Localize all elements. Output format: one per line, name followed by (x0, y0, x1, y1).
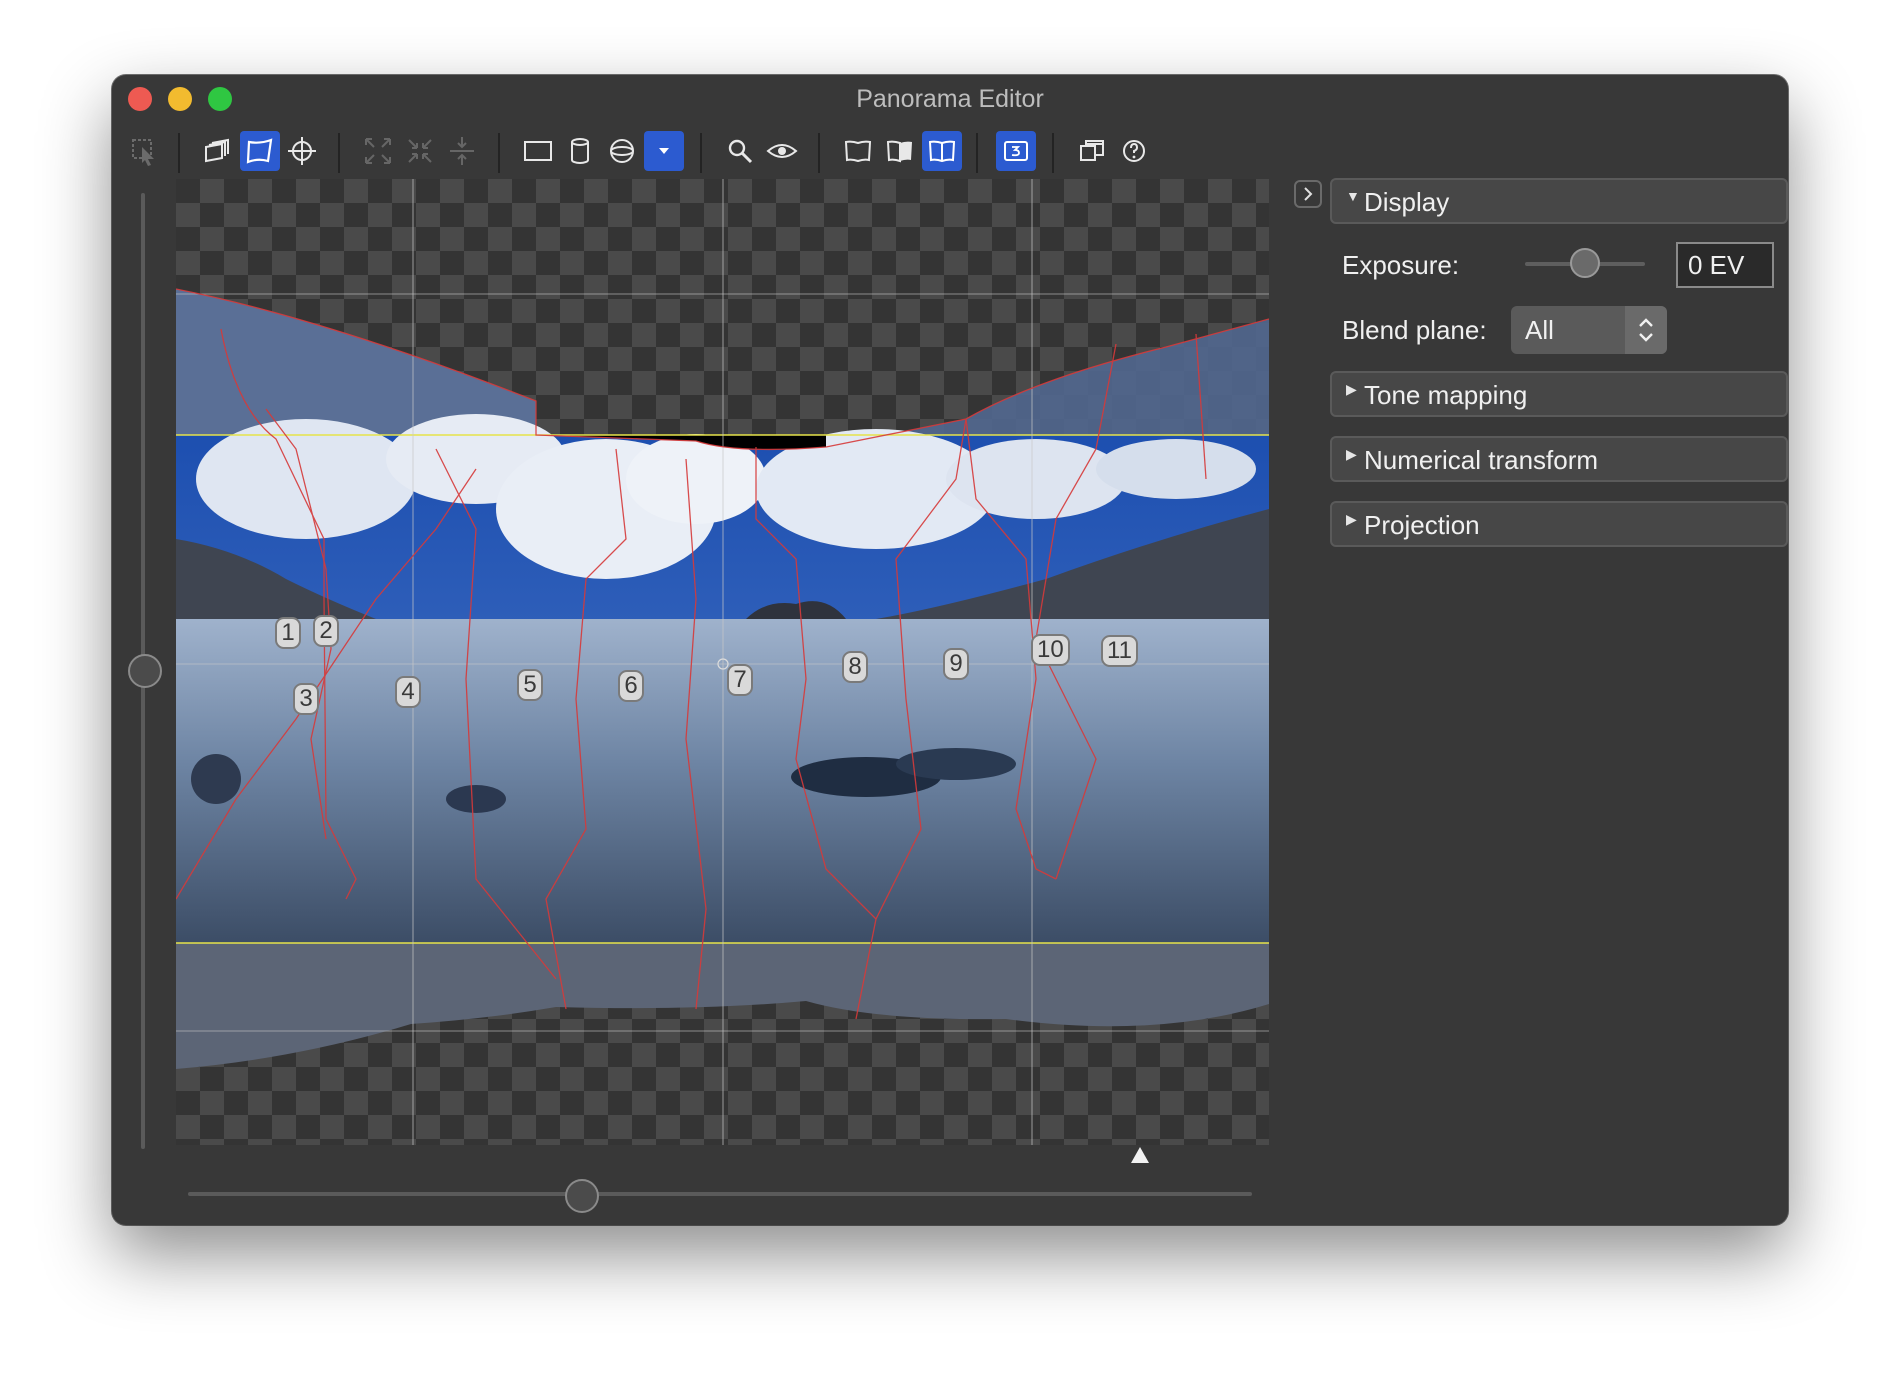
book-spread-icon (928, 140, 956, 163)
image-label-4[interactable]: 4 (395, 676, 421, 708)
horizontal-slider-track[interactable] (188, 1192, 1252, 1196)
rectilinear-projection-icon (524, 141, 552, 161)
frame-number-icon (1004, 141, 1028, 161)
window-title: Panorama Editor (856, 85, 1044, 113)
help-icon (1123, 140, 1145, 162)
collapse-icon (408, 139, 432, 163)
warp-tool-button[interactable] (240, 131, 280, 171)
image-label-11[interactable]: 11 (1101, 635, 1138, 667)
zoom-button[interactable] (720, 131, 760, 171)
section-projection-title: Projection (1364, 510, 1480, 540)
crosshair-tool-button[interactable] (282, 131, 322, 171)
image-label-10[interactable]: 10 (1031, 634, 1070, 666)
image-label-8[interactable]: 8 (842, 651, 868, 683)
rectilinear-projection-button[interactable] (518, 131, 558, 171)
image-label-5[interactable]: 5 (517, 669, 543, 701)
align-icon (450, 137, 474, 165)
title-bar: Panorama Editor (112, 75, 1788, 121)
layers-tool-button[interactable] (198, 131, 238, 171)
exposure-label: Exposure: (1342, 250, 1460, 280)
chevron-right-icon (1304, 187, 1313, 201)
section-display-title: Display (1364, 187, 1450, 217)
blend-plane-select[interactable]: All (1511, 306, 1667, 354)
spherical-projection-icon (610, 139, 634, 163)
view-middle-button[interactable] (880, 131, 920, 171)
spherical-projection-button[interactable] (602, 131, 642, 171)
book-middle-icon (886, 140, 912, 163)
preview-button[interactable] (762, 131, 802, 171)
image-label-1[interactable]: 1 (275, 617, 301, 649)
cylindrical-projection-icon (571, 138, 589, 164)
vertical-slider-thumb[interactable] (128, 654, 162, 688)
projection-dropdown-icon (659, 148, 669, 154)
image-label-2[interactable]: 2 (313, 615, 339, 647)
panorama-canvas[interactable]: 1 2 3 4 5 6 7 8 9 10 11 (176, 179, 1269, 1145)
section-tone-mapping-title: Tone mapping (1364, 380, 1528, 410)
book-left-icon (844, 140, 872, 163)
expand-icon (365, 138, 391, 164)
windows-icon (1080, 140, 1104, 161)
disclosure-open-icon: ▼ (1346, 188, 1360, 204)
expand-button[interactable] (358, 131, 398, 171)
view-spread-button[interactable] (922, 131, 962, 171)
horizontal-slider-thumb[interactable] (565, 1179, 599, 1213)
view-left-button[interactable] (838, 131, 878, 171)
section-display[interactable]: ▼ Display (1330, 178, 1788, 224)
exposure-value-field[interactable]: 0 EV (1676, 242, 1774, 288)
windows-button[interactable] (1072, 131, 1112, 171)
projection-dropdown-button[interactable] (644, 131, 684, 171)
eye-icon (766, 144, 798, 158)
warp-tool-icon (246, 138, 273, 164)
cylindrical-projection-button[interactable] (560, 131, 600, 171)
select-tool-button[interactable] (124, 131, 164, 171)
image-label-6[interactable]: 6 (618, 670, 644, 702)
frame-number-button[interactable] (996, 131, 1036, 171)
zoom-icon (728, 139, 753, 164)
section-projection[interactable]: ▶ Projection (1330, 501, 1788, 547)
collapse-button[interactable] (400, 131, 440, 171)
disclosure-closed-icon: ▶ (1346, 446, 1357, 462)
section-numerical-transform-title: Numerical transform (1364, 445, 1599, 475)
blend-plane-label: Blend plane: (1342, 315, 1487, 345)
image-label-7[interactable]: 7 (727, 664, 753, 696)
panel-toggle-button[interactable] (1294, 180, 1322, 208)
layers-tool-icon (205, 138, 229, 163)
disclosure-closed-icon: ▶ (1346, 511, 1357, 527)
help-button[interactable] (1114, 131, 1154, 171)
horizon-marker-icon[interactable] (1131, 1147, 1149, 1163)
image-label-9[interactable]: 9 (943, 648, 969, 680)
toolbar (112, 123, 1788, 179)
crosshair-tool-icon (288, 137, 316, 165)
updown-chevron-icon (1625, 306, 1667, 354)
panorama-editor-window: Panorama Editor 1 2 3 4 5 6 7 8 9 10 11 … (112, 75, 1788, 1225)
image-label-3[interactable]: 3 (293, 683, 319, 715)
section-numerical-transform[interactable]: ▶ Numerical transform (1330, 436, 1788, 482)
disclosure-closed-icon: ▶ (1346, 381, 1357, 397)
align-button[interactable] (442, 131, 482, 171)
blend-plane-value: All (1525, 315, 1554, 345)
exposure-slider-thumb[interactable] (1570, 248, 1600, 278)
select-tool-icon (132, 139, 154, 166)
section-tone-mapping[interactable]: ▶ Tone mapping (1330, 371, 1788, 417)
